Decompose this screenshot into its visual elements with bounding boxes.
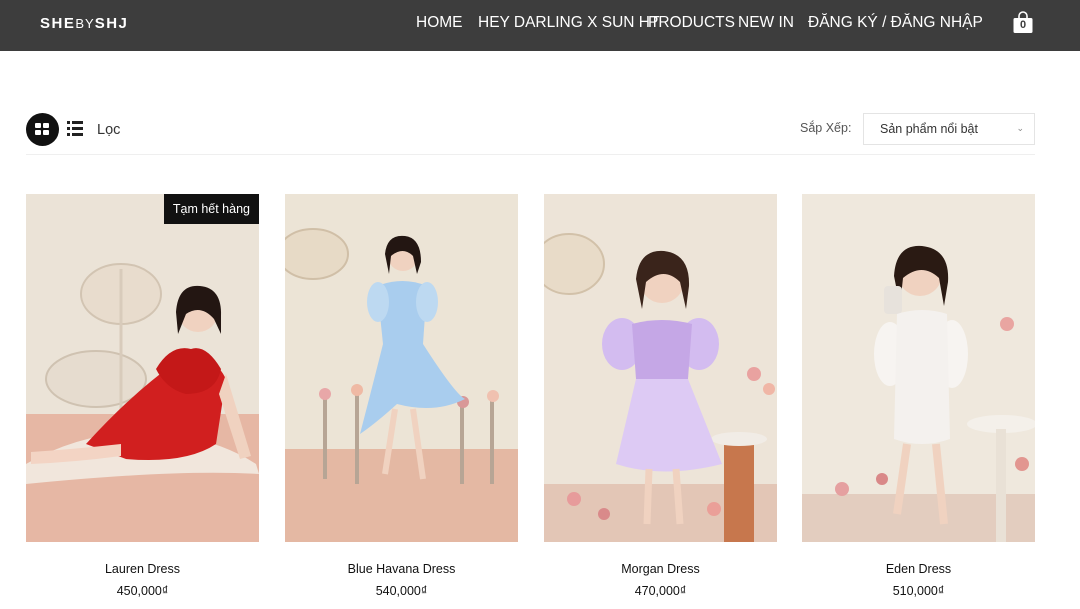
- nav-hey-darling[interactable]: HEY DARLING X SUN HT: [478, 14, 659, 32]
- product-card[interactable]: Eden Dress 510,000₫: [802, 194, 1035, 598]
- product-card[interactable]: Blue Havana Dress 540,000₫: [285, 194, 518, 598]
- product-name[interactable]: Eden Dress: [802, 562, 1035, 576]
- product-price: 450,000₫: [116, 584, 169, 598]
- product-name[interactable]: Blue Havana Dress: [285, 562, 518, 576]
- product-price: 510,000₫: [892, 584, 945, 598]
- product-name[interactable]: Lauren Dress: [26, 562, 259, 576]
- nav-home[interactable]: HOME: [416, 14, 463, 32]
- product-name[interactable]: Morgan Dress: [544, 562, 777, 576]
- sort-dropdown[interactable]: Sản phẩm nổi bật ⌄: [863, 113, 1035, 145]
- nav-new-in[interactable]: NEW IN: [738, 14, 794, 32]
- product-image[interactable]: [802, 194, 1035, 542]
- product-price: 470,000₫: [634, 584, 687, 598]
- grid-view-icon: [35, 123, 41, 128]
- product-image[interactable]: [285, 194, 518, 542]
- list-view-icon[interactable]: [67, 121, 83, 136]
- sort-label: Sắp Xếp:: [800, 121, 852, 135]
- toolbar-divider: [26, 154, 1035, 155]
- brand-logo[interactable]: SHEBYSHJ: [40, 15, 128, 32]
- product-image[interactable]: Tạm hết hàng: [26, 194, 259, 542]
- sort-selected-value: Sản phẩm nổi bật: [880, 122, 978, 136]
- product-price: 540,000₫: [375, 584, 428, 598]
- nav-products[interactable]: PRODUCTS: [648, 14, 735, 32]
- filter-button[interactable]: Lọc: [97, 122, 120, 138]
- logo-part-shj: SHJ: [94, 15, 129, 32]
- cart-count: 0: [1019, 19, 1027, 31]
- product-card[interactable]: Tạm hết hàng Lauren Dress 450,000₫: [26, 194, 259, 598]
- out-of-stock-badge: Tạm hết hàng: [163, 194, 259, 224]
- product-image[interactable]: [544, 194, 777, 542]
- top-navbar: SHEBYSHJ HOME HEY DARLING X SUN HT PRODU…: [0, 0, 1080, 51]
- logo-part-by: BY: [75, 16, 95, 31]
- cart-button[interactable]: 0: [1012, 10, 1034, 34]
- product-card[interactable]: Morgan Dress 470,000₫: [544, 194, 777, 598]
- chevron-down-icon: ⌄: [1016, 123, 1024, 133]
- nav-register-login[interactable]: ĐĂNG KÝ / ĐĂNG NHẬP: [808, 14, 983, 32]
- logo-part-she: SHE: [40, 15, 76, 32]
- grid-view-button[interactable]: [26, 113, 59, 146]
